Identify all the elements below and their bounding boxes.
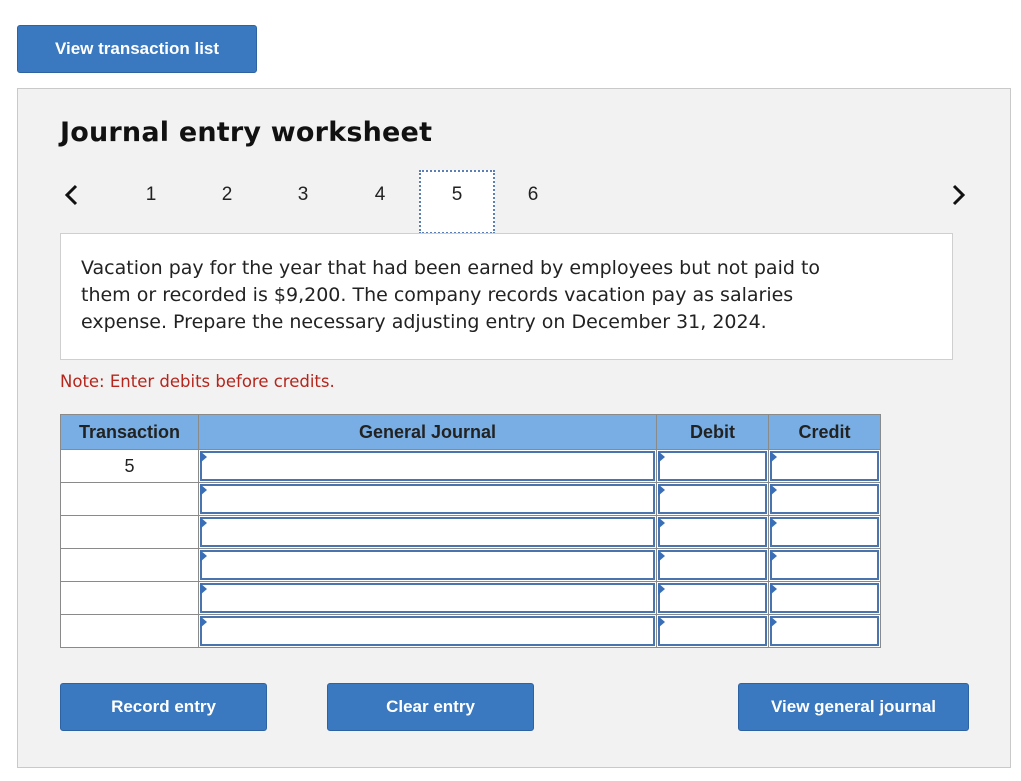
credit-input[interactable] [770,484,879,514]
credit-input[interactable] [770,451,879,481]
account-cell [198,449,657,483]
account-input[interactable] [200,451,655,481]
page-link-3[interactable]: 3 [288,184,318,206]
debit-cell [656,614,769,648]
table-row [60,614,881,648]
triangle-right-icon [770,550,777,562]
triangle-right-icon [200,583,207,595]
credit-cell [768,614,881,648]
chevron-right-icon[interactable] [946,182,970,208]
account-input[interactable] [200,616,655,646]
credit-cell [768,515,881,549]
account-cell [198,515,657,549]
worksheet-title: Journal entry worksheet [60,117,433,148]
debit-cell [656,548,769,582]
debit-input[interactable] [658,484,767,514]
transaction-cell [60,515,199,549]
debit-input[interactable] [658,451,767,481]
debit-cell [656,581,769,615]
record-entry-button[interactable]: Record entry [60,683,267,731]
credit-cell [768,581,881,615]
page-link-4[interactable]: 4 [365,184,395,206]
chevron-left-icon[interactable] [60,182,84,208]
credit-input[interactable] [770,517,879,547]
page-link-5[interactable]: 5 [442,184,472,206]
header-debit: Debit [656,414,769,450]
triangle-right-icon [200,517,207,529]
debit-cell [656,449,769,483]
debit-cell [656,482,769,516]
table-row [60,548,881,582]
credit-cell [768,548,881,582]
transaction-cell [60,482,199,516]
account-cell [198,614,657,648]
header-transaction: Transaction [60,414,199,450]
triangle-right-icon [770,583,777,595]
transaction-cell: 5 [60,449,199,483]
account-input[interactable] [200,583,655,613]
triangle-right-icon [200,616,207,628]
table-row [60,581,881,615]
table-row [60,515,881,549]
triangle-right-icon [770,484,777,496]
triangle-right-icon [200,484,207,496]
account-input[interactable] [200,550,655,580]
account-cell [198,581,657,615]
triangle-right-icon [770,451,777,463]
debit-cell [656,515,769,549]
account-input[interactable] [200,484,655,514]
clear-entry-button[interactable]: Clear entry [327,683,534,731]
credit-cell [768,482,881,516]
header-credit: Credit [768,414,881,450]
triangle-right-icon [658,451,665,463]
transaction-cell [60,581,199,615]
triangle-right-icon [658,484,665,496]
journal-entry-table: Transaction General Journal Debit Credit… [60,414,881,648]
view-general-journal-button[interactable]: View general journal [738,683,969,731]
triangle-right-icon [770,517,777,529]
debit-input[interactable] [658,550,767,580]
triangle-right-icon [658,517,665,529]
header-general-journal: General Journal [198,414,657,450]
triangle-right-icon [658,616,665,628]
account-cell [198,548,657,582]
triangle-right-icon [658,583,665,595]
view-transaction-list-button[interactable]: View transaction list [17,25,257,73]
triangle-right-icon [658,550,665,562]
debit-input[interactable] [658,583,767,613]
debit-input[interactable] [658,517,767,547]
page-link-1[interactable]: 1 [136,184,166,206]
page-link-2[interactable]: 2 [212,184,242,206]
account-input[interactable] [200,517,655,547]
transaction-description: Vacation pay for the year that had been … [81,257,821,333]
entry-note: Note: Enter debits before credits. [60,372,335,391]
account-cell [198,482,657,516]
credit-input[interactable] [770,616,879,646]
debit-input[interactable] [658,616,767,646]
triangle-right-icon [200,451,207,463]
transaction-description-box: Vacation pay for the year that had been … [60,233,953,360]
triangle-right-icon [200,550,207,562]
transaction-cell [60,548,199,582]
triangle-right-icon [770,616,777,628]
credit-input[interactable] [770,550,879,580]
table-row [60,482,881,516]
transaction-cell [60,614,199,648]
credit-cell [768,449,881,483]
page-link-6[interactable]: 6 [518,184,548,206]
table-row: 5 [60,449,881,483]
credit-input[interactable] [770,583,879,613]
